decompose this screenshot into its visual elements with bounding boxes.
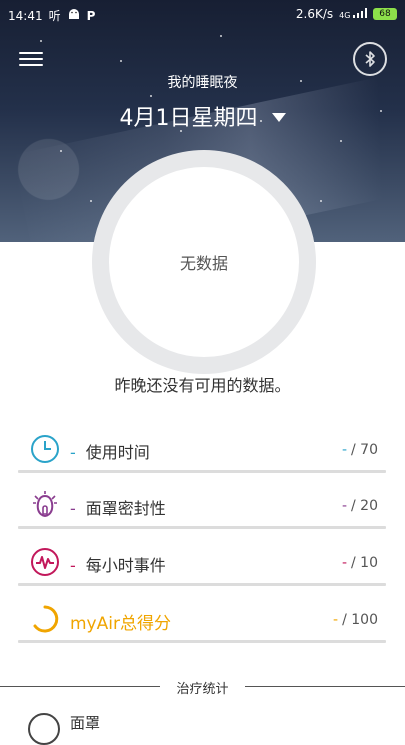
usage-time-row[interactable]: - 使用时间 -/ 70 xyxy=(18,430,386,473)
mask-seal-label: 面罩密封性 xyxy=(85,499,166,518)
myair-score-bar xyxy=(18,640,386,643)
net-speed: 2.6K/s xyxy=(295,7,334,21)
myair-score-max: / 100 xyxy=(342,612,378,628)
android-icon xyxy=(67,8,81,23)
battery-icon: 68 xyxy=(373,8,397,20)
myair-score-row[interactable]: myAir总得分 -/ 100 xyxy=(18,600,386,643)
score-ring: 无数据 xyxy=(92,150,316,374)
mask-icon xyxy=(33,491,57,518)
mask-seal-bar xyxy=(18,526,386,529)
mask-seal-row[interactable]: - 面罩密封性 -/ 20 xyxy=(18,486,386,529)
no-data-message: 昨晚还没有可用的数据。 xyxy=(114,376,291,395)
events-label: 每小时事件 xyxy=(85,556,166,575)
usage-time-value: - xyxy=(341,442,348,458)
events-bar xyxy=(18,583,386,586)
therapy-stats-divider: 治疗统计 xyxy=(0,678,405,697)
myair-score-value: - xyxy=(333,612,339,628)
ring-status: 无数据 xyxy=(179,254,228,273)
usage-time-label: 使用时间 xyxy=(85,443,150,462)
events-icon xyxy=(31,548,59,576)
events-max: / 10 xyxy=(351,555,378,571)
signal-icon: 4G xyxy=(339,8,367,20)
score-icon xyxy=(33,605,59,633)
page-subtitle: 我的睡眠夜 xyxy=(167,75,238,91)
date-selector[interactable]: 4月1日星期四 xyxy=(0,100,405,132)
mask-seal-value: - xyxy=(341,498,348,514)
myair-score-label: myAir总得分 xyxy=(70,614,171,634)
section-title: 治疗统计 xyxy=(176,682,229,697)
stats-item-label: 面罩 xyxy=(70,714,101,732)
p-app-icon: P xyxy=(86,8,96,23)
bluetooth-icon xyxy=(365,51,375,67)
events-value: - xyxy=(341,555,348,571)
events-row[interactable]: - 每小时事件 -/ 10 xyxy=(18,543,386,586)
usage-time-bar xyxy=(18,470,386,473)
mask-seal-max: / 20 xyxy=(351,498,378,514)
stats-item-icon xyxy=(28,713,60,745)
clock-icon xyxy=(31,435,59,463)
date-label: 4月1日星期四 xyxy=(119,106,258,131)
caret-down-icon xyxy=(271,112,286,122)
status-time: 14:41 xyxy=(8,8,43,23)
bluetooth-button[interactable] xyxy=(353,42,387,76)
usage-time-max: / 70 xyxy=(351,442,378,458)
menu-button[interactable] xyxy=(19,48,43,68)
carrier-icon: 听 xyxy=(48,9,61,23)
hamburger-icon xyxy=(19,52,43,54)
status-bar: 14:41 听 P 2.6K/s 4G 68 xyxy=(0,0,405,28)
